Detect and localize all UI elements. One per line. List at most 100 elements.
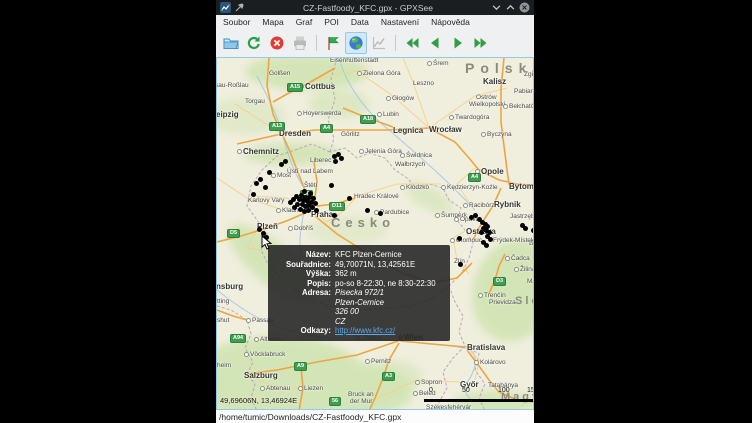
scale-tick-label: 150 (527, 387, 534, 394)
first-file-icon (404, 35, 420, 51)
waypoint-dot[interactable] (288, 200, 293, 205)
city-dot (514, 267, 519, 272)
map-label-city: Sopron (415, 379, 442, 386)
last-file-button[interactable] (470, 32, 492, 54)
map-label-city: Świdnica (400, 152, 432, 159)
menu-item-data[interactable]: Data (351, 17, 369, 27)
waypoint-dot[interactable] (488, 237, 493, 242)
app-icon-glyph (220, 2, 231, 13)
prev-file-button[interactable] (424, 32, 446, 54)
waypoint-dot[interactable] (329, 183, 334, 188)
popup-link[interactable]: http://www.kfc.cz/ (335, 326, 395, 335)
app-icon[interactable] (220, 2, 231, 13)
road-badge: A13 (269, 122, 285, 131)
waypoint-dot[interactable] (479, 230, 484, 235)
scale-tick-label: 100 (498, 387, 510, 394)
show-map-globe-button[interactable] (345, 32, 367, 54)
map-label-city: Pernitz (365, 358, 391, 365)
menu-item-npovda[interactable]: Nápověda (431, 17, 470, 27)
waypoint-dot[interactable] (251, 192, 256, 197)
waypoint-dot[interactable] (263, 185, 268, 190)
waypoint-dot[interactable] (332, 213, 337, 218)
map-label-city: shut (217, 317, 229, 324)
prev-file-icon (427, 35, 443, 51)
waypoint-dot[interactable] (531, 228, 534, 233)
map-label-city: Leszno (413, 80, 434, 87)
waypoint-dot[interactable] (313, 201, 318, 206)
road-badge: A15 (287, 83, 303, 92)
reload-file-icon (246, 35, 262, 51)
waypoint-dot[interactable] (254, 181, 259, 186)
waypoint-dot[interactable] (267, 170, 272, 175)
open-file-button[interactable] (220, 32, 242, 54)
map-label-city: Görlitz (341, 131, 360, 138)
minimize-button[interactable] (491, 2, 502, 13)
waypoint-dot[interactable] (314, 208, 319, 213)
waypoint-dot[interactable] (292, 205, 297, 210)
maximize-button[interactable] (505, 2, 516, 13)
menu-item-graf[interactable]: Graf (296, 17, 313, 27)
menu-item-soubor[interactable]: Soubor (223, 17, 250, 27)
map-label-city: Wrocław (429, 126, 462, 133)
city-dot (505, 256, 510, 261)
map-label-city: Salzburg (244, 372, 278, 379)
menu-item-nastaven[interactable]: Nastavení (381, 17, 419, 27)
popup-field-value: KFC Plzen-Cernice (335, 250, 444, 260)
map-label-city: Kłodzko (400, 184, 429, 191)
map-label-city: Hradec Králové (354, 193, 399, 200)
waypoint-dot[interactable] (365, 208, 370, 213)
status-bar: /home/tumic/Downloads/CZ-Fastfoody_KFC.g… (216, 410, 534, 423)
popup-field-value: 362 m (335, 269, 444, 279)
waypoint-dot[interactable] (458, 262, 463, 267)
close-button[interactable] (519, 2, 530, 13)
popup-field-value: po-so 8-22:30, ne 8:30-22:30 (335, 279, 444, 289)
waypoint-dot[interactable] (457, 236, 462, 241)
road-badge: D11 (329, 202, 345, 211)
city-dot (400, 185, 405, 190)
next-file-button[interactable] (447, 32, 469, 54)
close-file-icon (269, 35, 285, 51)
map-label-city: Abtenau (260, 385, 290, 392)
waypoint-dot[interactable] (302, 189, 307, 194)
map-label-city: Eisenhüttenstadt (330, 57, 378, 64)
waypoint-dot[interactable] (523, 226, 528, 231)
map-label-city: Racibórz (463, 202, 495, 209)
menu-item-mapa[interactable]: Mapa (262, 17, 283, 27)
waypoint-dot[interactable] (347, 196, 352, 201)
waypoint-dot[interactable] (283, 159, 288, 164)
map-label-city: Liberec (310, 157, 331, 164)
waypoint-dot[interactable] (378, 211, 383, 216)
waypoint-dot[interactable] (308, 191, 313, 196)
close-file-button[interactable] (266, 32, 288, 54)
close-icon (519, 2, 530, 13)
menu-bar: Soubor Mapa Graf POI Data Nastavení Nápověda (216, 15, 534, 29)
city-dot (365, 359, 370, 364)
map-label-city: Most (271, 172, 291, 179)
city-dot (377, 112, 382, 117)
map-label-city: Cottbus (299, 83, 335, 90)
title-bar[interactable]: CZ-Fastfoody_KFC.gpx - GPXSee (216, 0, 534, 15)
popup-field-label: Popis: (274, 279, 335, 289)
waypoint-info-popup: Název:KFC Plzen-CerniceSouřadnice:49,700… (268, 245, 450, 341)
waypoint-dot[interactable] (339, 156, 344, 161)
city-dot (463, 203, 468, 208)
reload-file-button[interactable] (243, 32, 265, 54)
city-dot (359, 149, 364, 154)
road-badge: A18 (360, 115, 376, 124)
city-dot (297, 111, 302, 116)
menu-item-poi[interactable]: POI (324, 17, 339, 27)
show-poi-flag-button[interactable] (322, 32, 344, 54)
popup-field-value[interactable]: http://www.kfc.cz/ (335, 326, 444, 336)
map-label-city: Dobříš (288, 225, 313, 232)
waypoint-dot[interactable] (333, 159, 338, 164)
waypoint-dot[interactable] (484, 243, 489, 248)
map-label-city: Bytom (509, 183, 534, 190)
popup-row: Souřadnice:49,70071N, 13,42561E (274, 260, 444, 270)
pin-icon[interactable] (234, 2, 245, 13)
map-label-city: Ústí nad Labem (287, 168, 333, 175)
waypoint-dot[interactable] (258, 177, 263, 182)
first-file-button[interactable] (401, 32, 423, 54)
map-view[interactable]: PolskaČeskoSlovenskoMagyarországEisenhüt… (216, 57, 534, 410)
show-poi-flag-icon (325, 35, 341, 51)
city-dot (481, 132, 486, 137)
